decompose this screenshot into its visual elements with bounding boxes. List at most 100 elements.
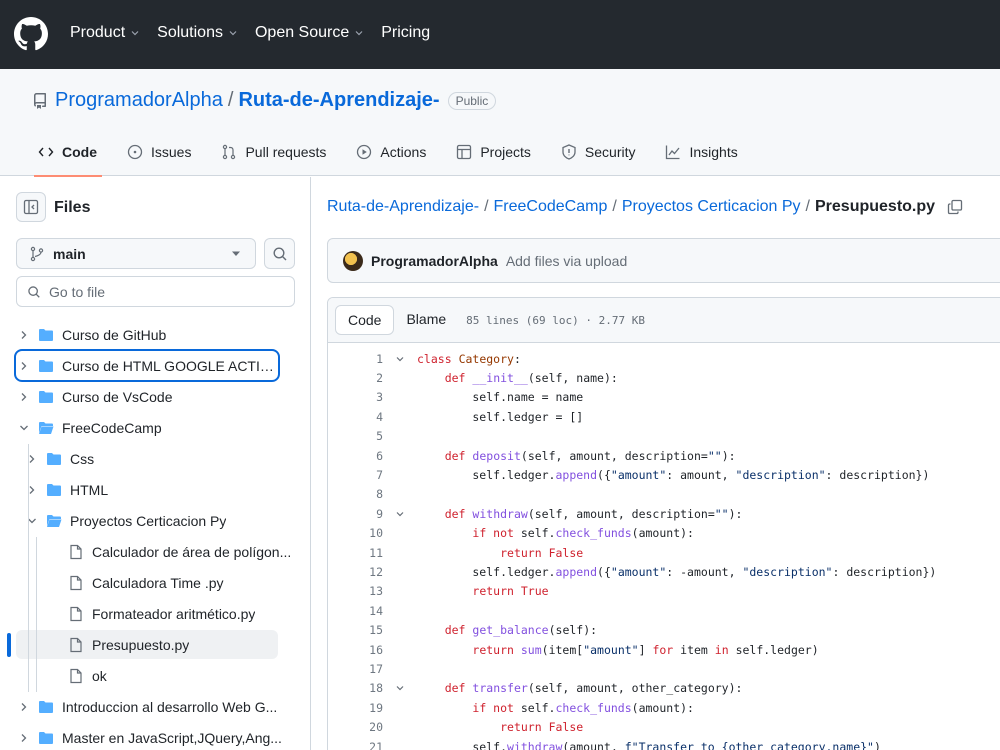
fold-toggle[interactable] — [383, 509, 417, 519]
chevron-right-icon[interactable] — [18, 732, 30, 744]
line-number[interactable]: 10 — [328, 526, 383, 540]
code-text: if not self.check_funds(amount): — [472, 700, 694, 715]
line-number[interactable]: 8 — [328, 487, 383, 501]
breadcrumb-folder-link[interactable]: FreeCodeCamp — [494, 198, 608, 216]
code-text: def __init__(self, name): — [444, 371, 618, 386]
line-number[interactable]: 19 — [328, 701, 383, 715]
line-number[interactable]: 5 — [328, 429, 383, 443]
tab-security[interactable]: Security — [543, 142, 648, 162]
nav-solutions[interactable]: Solutions — [157, 24, 238, 42]
repo-owner-link[interactable]: ProgramadorAlpha — [55, 89, 223, 112]
selected-indicator — [7, 633, 11, 657]
breadcrumb-repo-link[interactable]: Ruta-de-Aprendizaje- — [327, 198, 479, 216]
line-number[interactable]: 14 — [328, 604, 383, 618]
code-text: return sum(item["amount"] for item in se… — [472, 642, 819, 657]
nav-product-label: Product — [70, 24, 126, 41]
pull-request-icon — [223, 144, 236, 160]
nav-pricing-label: Pricing — [381, 24, 431, 41]
tree-folder[interactable]: HTML — [0, 475, 311, 504]
code-line: 12 self.ledger.append({"amount": -amount… — [328, 562, 1000, 581]
line-number[interactable]: 13 — [328, 584, 383, 598]
code-view-button[interactable]: Code — [335, 305, 395, 335]
tab-code[interactable]: Code — [20, 142, 109, 162]
tree-folder[interactable]: Curso de VsCode — [0, 382, 311, 411]
breadcrumb-subfolder-link[interactable]: Proyectos Certicacion Py — [622, 198, 801, 216]
github-logo-icon[interactable] — [14, 17, 48, 51]
chevron-down-icon[interactable] — [18, 422, 30, 434]
search-code-button[interactable] — [264, 238, 295, 269]
nav-open-source[interactable]: Open Source — [255, 24, 364, 42]
tab-issues[interactable]: Issues — [109, 142, 203, 162]
tree-file[interactable]: ok — [0, 661, 311, 690]
chevron-right-icon[interactable] — [18, 360, 30, 372]
line-number[interactable]: 20 — [328, 720, 383, 734]
tab-actions[interactable]: Actions — [338, 142, 438, 162]
line-number[interactable]: 1 — [328, 352, 383, 366]
repo-name-link[interactable]: Ruta-de-Aprendizaje- — [238, 89, 439, 112]
nav-product[interactable]: Product — [70, 24, 140, 42]
tab-pull-requests[interactable]: Pull requests — [203, 142, 338, 162]
code-text: return True — [472, 584, 549, 599]
line-number[interactable]: 12 — [328, 565, 383, 579]
line-number[interactable]: 6 — [328, 449, 383, 463]
file-icon — [70, 668, 82, 683]
line-number[interactable]: 4 — [328, 410, 383, 424]
code-line: 4 self.ledger = [] — [328, 407, 1000, 426]
copy-icon[interactable] — [947, 199, 963, 215]
folder-icon — [39, 359, 53, 372]
code-text: class Category: — [417, 351, 521, 366]
chevron-right-icon[interactable] — [18, 329, 30, 341]
code-text: def transfer(self, amount, other_categor… — [444, 681, 743, 696]
tree-folder[interactable]: Curso de GitHub — [0, 320, 311, 349]
code-line: 13 return True — [328, 582, 1000, 601]
line-number[interactable]: 3 — [328, 390, 383, 404]
tree-folder[interactable]: Curso de HTML GOOGLE ACTIVE — [14, 349, 280, 382]
line-number[interactable]: 2 — [328, 371, 383, 385]
line-number[interactable]: 15 — [328, 623, 383, 637]
tab-projects[interactable]: Projects — [438, 142, 543, 162]
tree-folder[interactable]: FreeCodeCamp — [0, 413, 311, 442]
tree-item-label: Proyectos Certicacion Py — [70, 512, 227, 529]
tab-insights[interactable]: Insights — [647, 142, 749, 162]
code-text: return False — [500, 545, 584, 560]
folder-open-icon — [47, 514, 62, 527]
line-number[interactable]: 9 — [328, 507, 383, 521]
commit-author-link[interactable]: ProgramadorAlpha — [371, 253, 498, 269]
repo-title: ProgramadorAlpha / Ruta-de-Aprendizaje- … — [32, 89, 497, 112]
commit-message-link[interactable]: Add files via upload — [506, 253, 627, 269]
line-number[interactable]: 11 — [328, 546, 383, 560]
nav-pricing[interactable]: Pricing — [381, 24, 430, 42]
tree-file[interactable]: Formateador aritmético.py — [0, 599, 311, 628]
fold-toggle[interactable] — [383, 683, 417, 693]
line-number[interactable]: 17 — [328, 662, 383, 676]
chevron-right-icon[interactable] — [18, 701, 30, 713]
blame-view-button[interactable]: Blame — [394, 305, 458, 335]
code-line: 2 def __init__(self, name): — [328, 368, 1000, 387]
line-number[interactable]: 16 — [328, 643, 383, 657]
breadcrumb-separator: / — [484, 198, 489, 215]
line-number[interactable]: 7 — [328, 468, 383, 482]
tree-file[interactable]: Calculador de área de polígon... — [0, 537, 311, 566]
collapse-sidebar-button[interactable] — [16, 192, 46, 222]
tree-file[interactable]: Presupuesto.py — [16, 630, 278, 659]
tree-folder[interactable]: Proyectos Certicacion Py — [0, 506, 311, 535]
chevron-right-icon[interactable] — [18, 391, 30, 403]
folder-icon — [39, 731, 53, 744]
avatar[interactable] — [343, 250, 363, 271]
tree-folder[interactable]: Master en JavaScript,JQuery,Ang... — [0, 723, 311, 750]
line-number[interactable]: 18 — [328, 681, 383, 695]
go-to-file-input[interactable]: Go to file — [16, 276, 295, 307]
tree-file[interactable]: Calculadora Time .py — [0, 568, 311, 597]
file-icon — [70, 544, 82, 559]
line-number[interactable]: 21 — [328, 740, 383, 750]
tree-folder[interactable]: Introduccion al desarrollo Web G... — [0, 692, 311, 721]
projects-icon — [457, 144, 472, 160]
tree-folder[interactable]: Css — [0, 444, 311, 473]
code-line: 10 if not self.check_funds(amount): — [328, 524, 1000, 543]
sidebar-collapse-icon — [23, 199, 39, 215]
caret-down-icon — [232, 251, 240, 256]
branch-selector[interactable]: main — [16, 238, 256, 269]
chevron-down-icon — [355, 31, 363, 36]
chevron-down-icon — [229, 31, 237, 36]
fold-toggle[interactable] — [383, 354, 417, 364]
